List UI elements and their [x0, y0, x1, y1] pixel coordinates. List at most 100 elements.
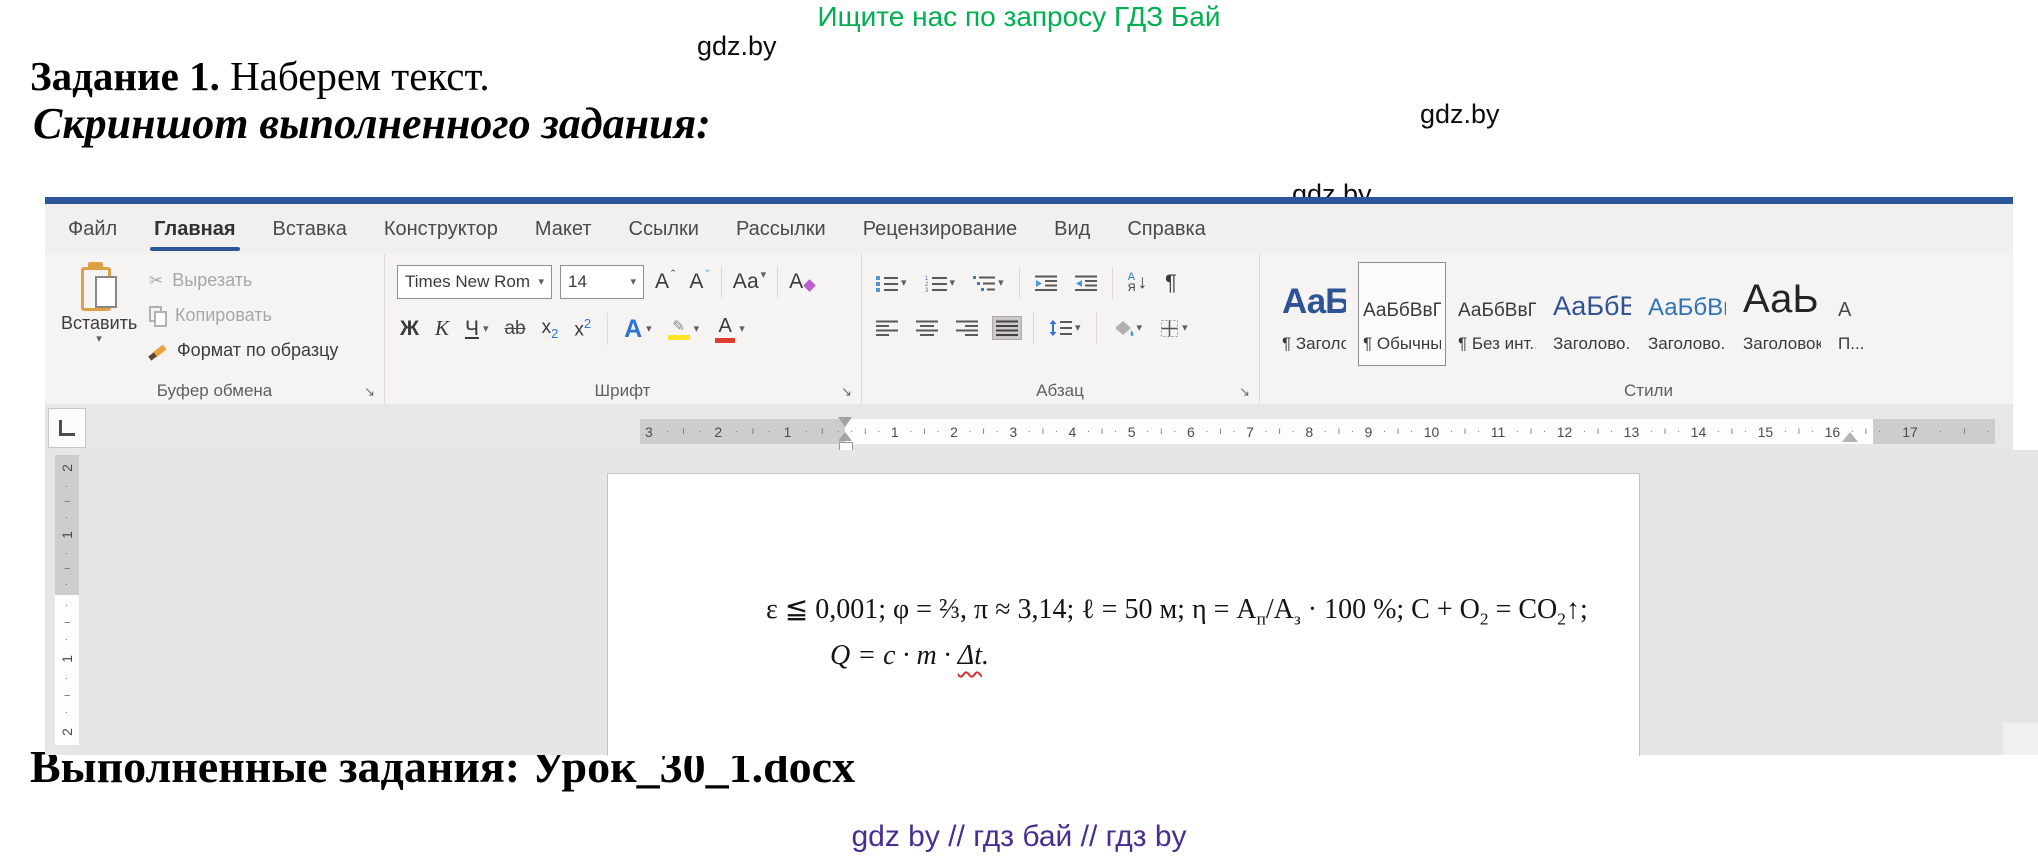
decrease-indent-icon [1035, 275, 1057, 291]
align-right-button[interactable] [953, 317, 981, 339]
format-painter-button[interactable]: Формат по образцу [149, 338, 338, 363]
ruler-token: ı [682, 426, 685, 437]
borders-button[interactable]: ▾ [1157, 316, 1191, 341]
multilevel-list-button[interactable]: ▾ [970, 272, 1007, 295]
paste-button[interactable]: Вставить ▾ [61, 264, 137, 345]
font-dialog-launcher-icon[interactable]: ↘ [841, 385, 852, 398]
ruler-token: · [62, 677, 73, 680]
formula-segment: 2 [1557, 610, 1566, 629]
ruler-token: · [1477, 426, 1480, 437]
superscript-button[interactable]: x2 [574, 316, 591, 342]
italic-button[interactable]: К [435, 316, 449, 341]
ruler-token: ı [923, 426, 926, 437]
ruler-token: ı [752, 426, 755, 437]
style-card[interactable]: АаБбВвГ Заголово... [1643, 262, 1731, 366]
chevron-down-icon: ▾ [950, 278, 956, 289]
ruler-token: · [62, 516, 73, 519]
font-size-combobox[interactable]: 14 ▾ [560, 265, 644, 299]
decrease-indent-button[interactable] [1032, 272, 1060, 294]
underline-button[interactable]: Ч ▾ [465, 316, 489, 341]
style-card[interactable]: АаБбВвГг, ¶ Без инт... [1453, 262, 1541, 366]
formula-segment: /A [1266, 594, 1294, 625]
font-family-combobox[interactable]: Times New Rom ▾ [397, 265, 552, 299]
style-card[interactable]: А П... [1833, 262, 1885, 366]
tab-home[interactable]: Главная [154, 204, 235, 254]
numbering-button[interactable]: 1 2 3 ▾ [922, 272, 959, 295]
ruler-token: · [1232, 426, 1235, 437]
ruler-token: ı [62, 694, 73, 697]
copy-button[interactable]: Копировать [149, 303, 338, 328]
tab-references[interactable]: Ссылки [629, 204, 699, 254]
grow-font-letter: А [655, 270, 669, 293]
tab-mailings[interactable]: Рассылки [736, 204, 826, 254]
highlight-button[interactable]: ✎ ▾ [668, 319, 700, 340]
style-card-selected[interactable]: АаБбВвГг, ¶ Обычный [1358, 262, 1446, 366]
screenshot-heading: Скриншот выполненного задания: [33, 98, 711, 149]
style-card[interactable]: АаЬ Заголовок [1738, 262, 1826, 366]
formula-line-2: Q = c · m · Δt. [830, 640, 989, 672]
align-left-button[interactable] [873, 317, 901, 339]
paragraph-dialog-launcher-icon[interactable]: ↘ [1239, 385, 1250, 398]
tab-view[interactable]: Вид [1054, 204, 1090, 254]
ruler-token: · [968, 426, 971, 437]
sort-button[interactable]: А Я ↓ [1125, 269, 1150, 297]
tab-layout[interactable]: Макет [535, 204, 592, 254]
increase-indent-button[interactable] [1072, 272, 1100, 294]
ruler-token: 3 [1009, 424, 1017, 440]
shading-button[interactable]: ▾ [1109, 317, 1146, 340]
scrollbar-corner[interactable] [2003, 723, 2038, 755]
grow-font-button[interactable]: А ˆ [652, 269, 678, 294]
style-card[interactable]: АаБбВв Заголово... [1548, 262, 1636, 366]
subscript-base: x [542, 317, 552, 338]
hanging-indent-marker[interactable] [838, 432, 852, 441]
ruler-token: · [1717, 426, 1720, 437]
first-line-indent-marker[interactable] [838, 417, 852, 427]
bold-button[interactable]: Ж [400, 316, 419, 341]
style-card[interactable]: АаБб ¶ Заголов... [1277, 262, 1351, 366]
subscript-button[interactable]: x2 [542, 317, 559, 341]
task-heading-text: Наберем текст. [220, 53, 490, 99]
align-center-button[interactable] [913, 317, 941, 339]
tab-review[interactable]: Рецензирование [863, 204, 1017, 254]
text-effects-button[interactable]: А ▾ [624, 314, 652, 344]
tab-stop-selector[interactable] [48, 408, 86, 448]
ruler-token: ı [1530, 426, 1533, 437]
line-spacing-button[interactable]: ▾ [1046, 317, 1084, 339]
shrink-font-button[interactable]: А ˇ [686, 269, 712, 294]
formula-segment: п [1257, 610, 1266, 629]
copy-label: Копировать [175, 305, 272, 326]
change-case-button[interactable]: Аа ▾ [730, 269, 769, 294]
tab-design[interactable]: Конструктор [384, 204, 498, 254]
ruler-token: · [1114, 426, 1117, 437]
ruler-token: 8 [1305, 424, 1313, 440]
ruler-margin-right: ·17·ı· [1873, 419, 1995, 444]
ruler-row: 3·ı·2·ı·1·ı· ·ı·1·ı·2·ı·3·ı·4·ı·5·ı·6·ı·… [45, 404, 2038, 451]
ruler-token: · [1516, 426, 1519, 437]
document-page[interactable]: ε ≦ 0,001; φ = ⅔, π ≈ 3,14; ℓ = 50 м; η … [607, 473, 1640, 756]
justify-button[interactable] [993, 317, 1021, 339]
ruler-token: · [1939, 426, 1942, 437]
ruler-token: · [767, 426, 770, 437]
ruler-token: · [1351, 426, 1354, 437]
ruler-token: · [1610, 426, 1613, 437]
bullets-button[interactable]: ▾ [873, 272, 910, 295]
formula-segment: 2 [1480, 610, 1489, 629]
clear-formatting-button[interactable]: А [786, 269, 817, 294]
tab-help[interactable]: Справка [1127, 204, 1205, 254]
show-marks-button[interactable]: ¶ [1162, 267, 1180, 299]
style-label: Заголовок [1743, 334, 1821, 354]
ruler-token: ı [821, 426, 824, 437]
style-sample: АаБбВвГ [1648, 270, 1726, 322]
style-label: ¶ Заголов... [1282, 334, 1346, 354]
ruler-token: 9 [1365, 424, 1373, 440]
strikethrough-button[interactable]: ab [504, 318, 525, 341]
tab-insert[interactable]: Вставка [273, 204, 347, 254]
cut-button[interactable]: ✂ Вырезать [149, 268, 338, 293]
clipboard-dialog-launcher-icon[interactable]: ↘ [364, 385, 375, 398]
tab-file[interactable]: Файл [68, 204, 117, 254]
font-color-button[interactable]: А ▾ [715, 316, 745, 343]
ruler-token: 1 [784, 424, 792, 440]
right-indent-marker[interactable] [1842, 432, 1858, 442]
formula-segment: Δt [958, 640, 982, 671]
window-top-border [45, 197, 2038, 204]
